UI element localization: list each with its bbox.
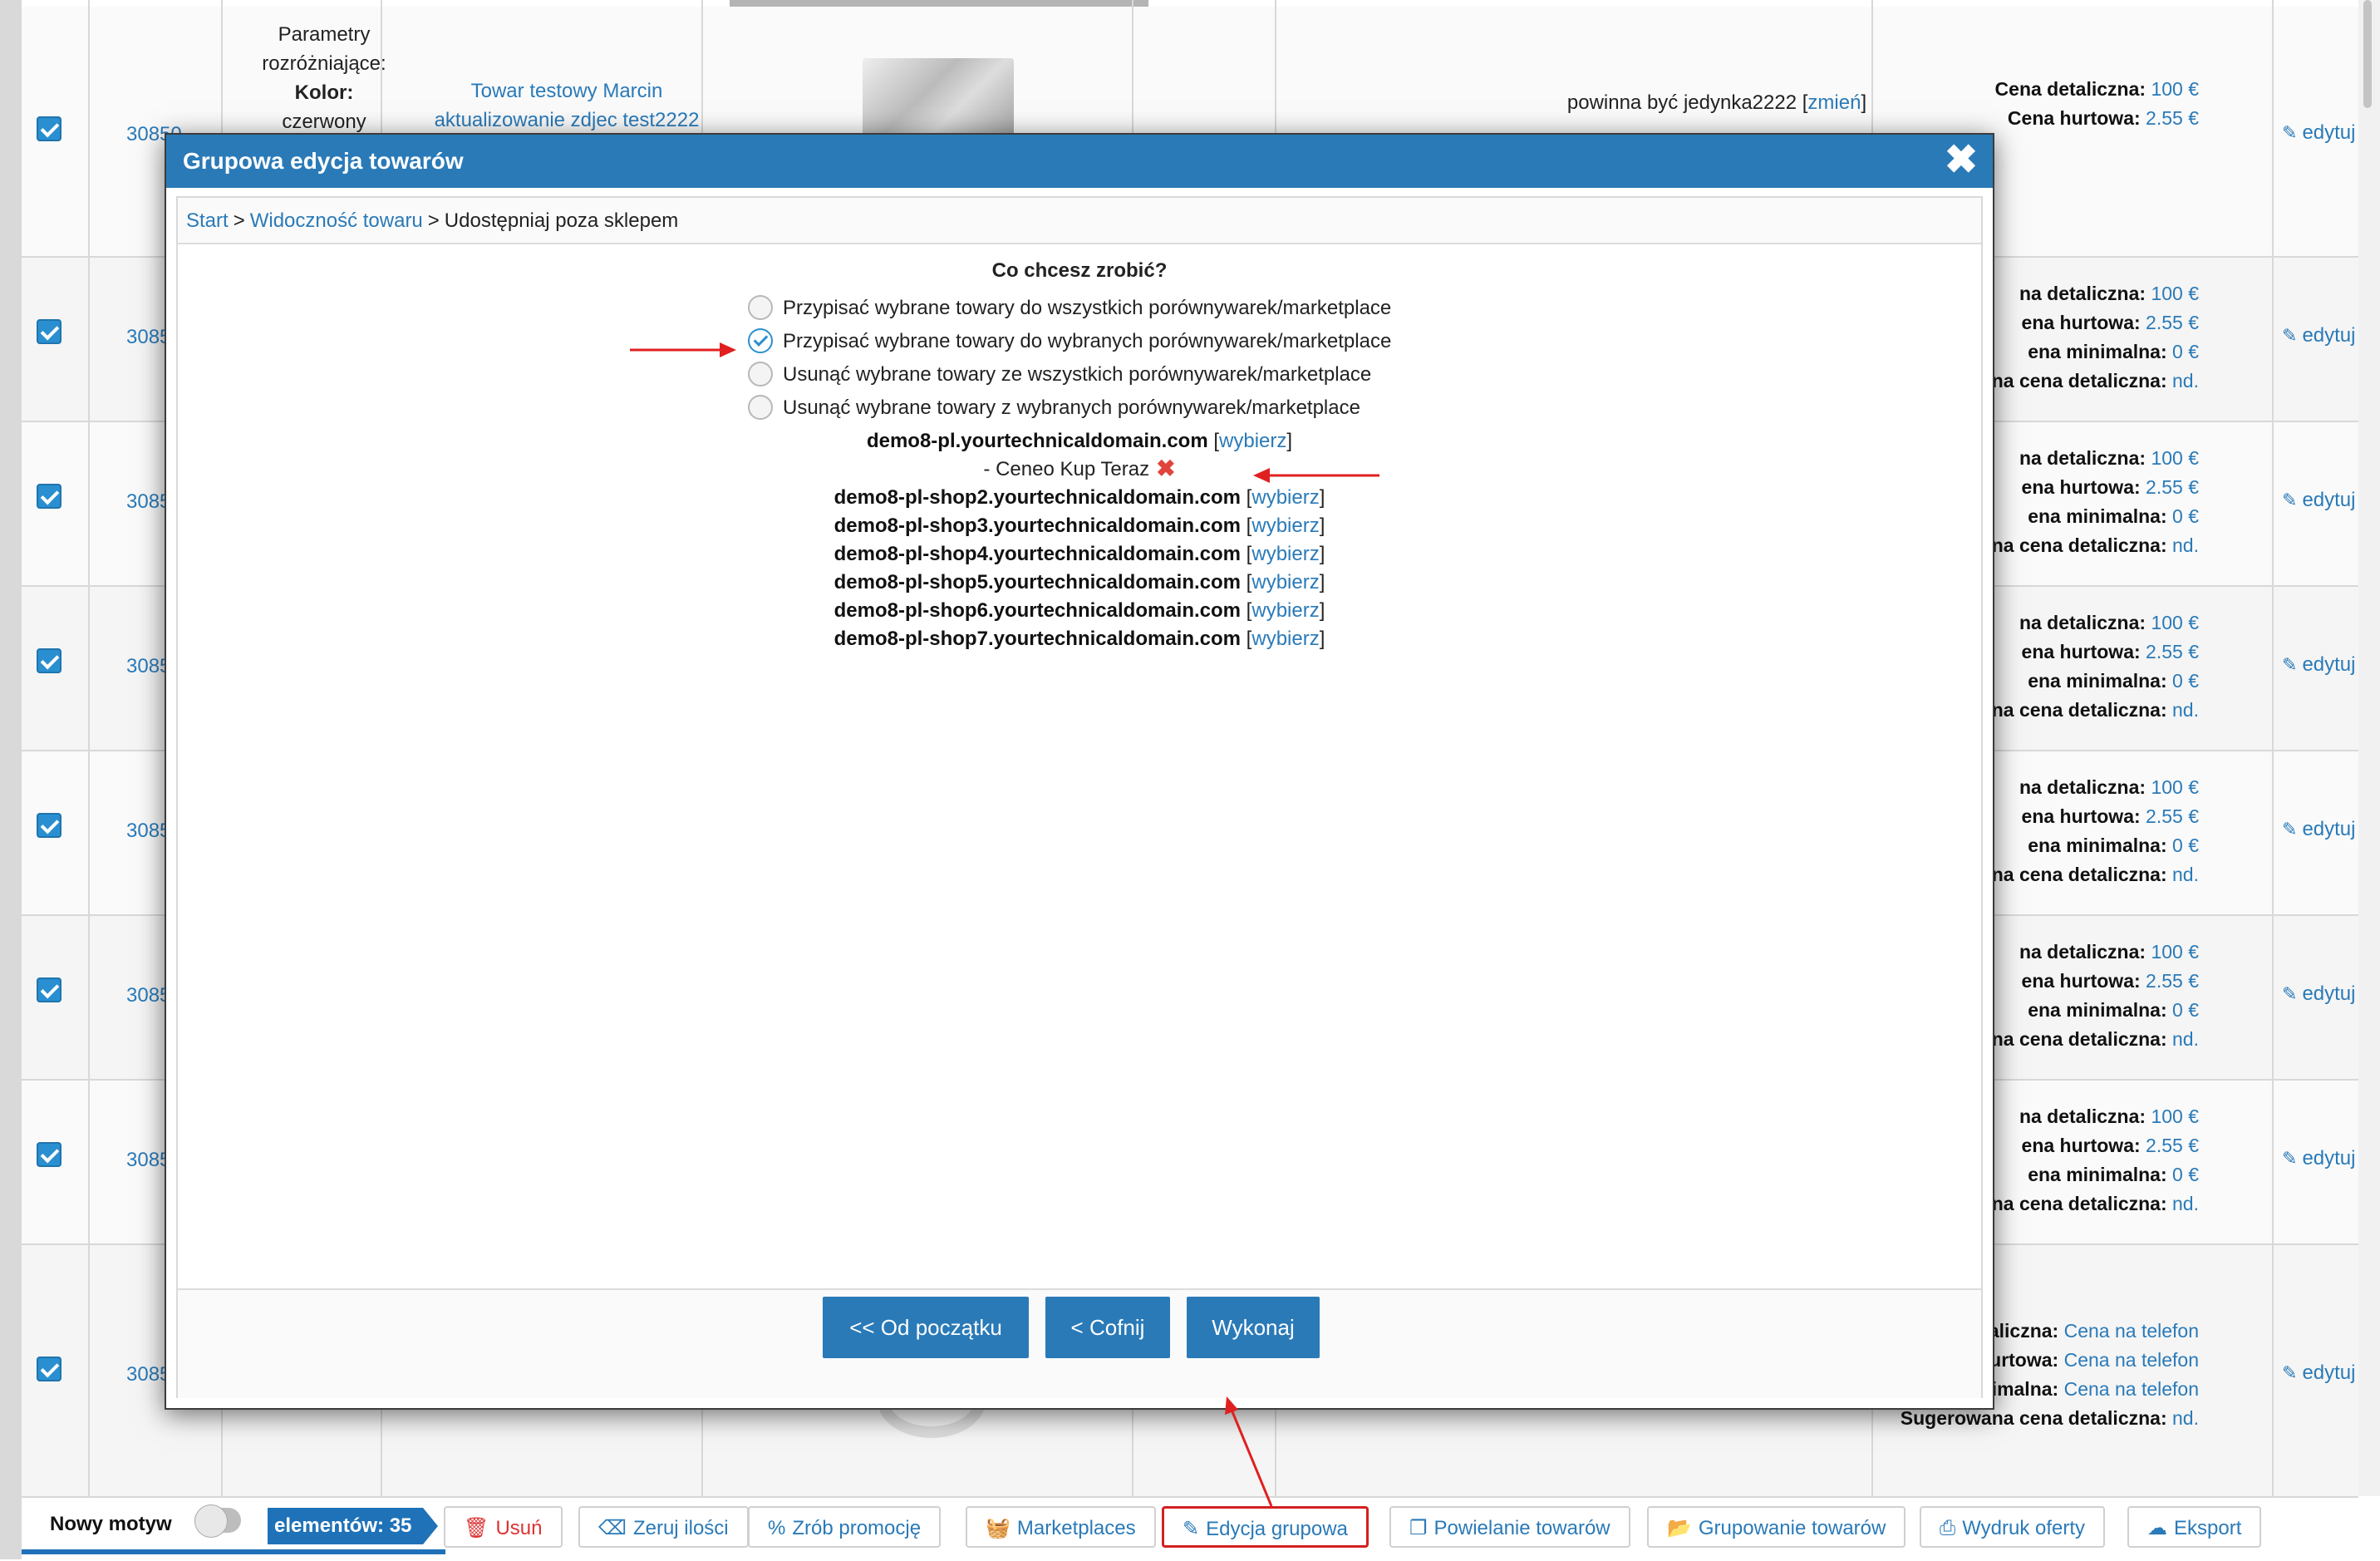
- arrow-to-group-edit: [1225, 1396, 1273, 1507]
- arrow-to-option: [630, 342, 736, 357]
- annotation-arrows: [630, 342, 1379, 1507]
- arrow-to-service: [1253, 468, 1379, 483]
